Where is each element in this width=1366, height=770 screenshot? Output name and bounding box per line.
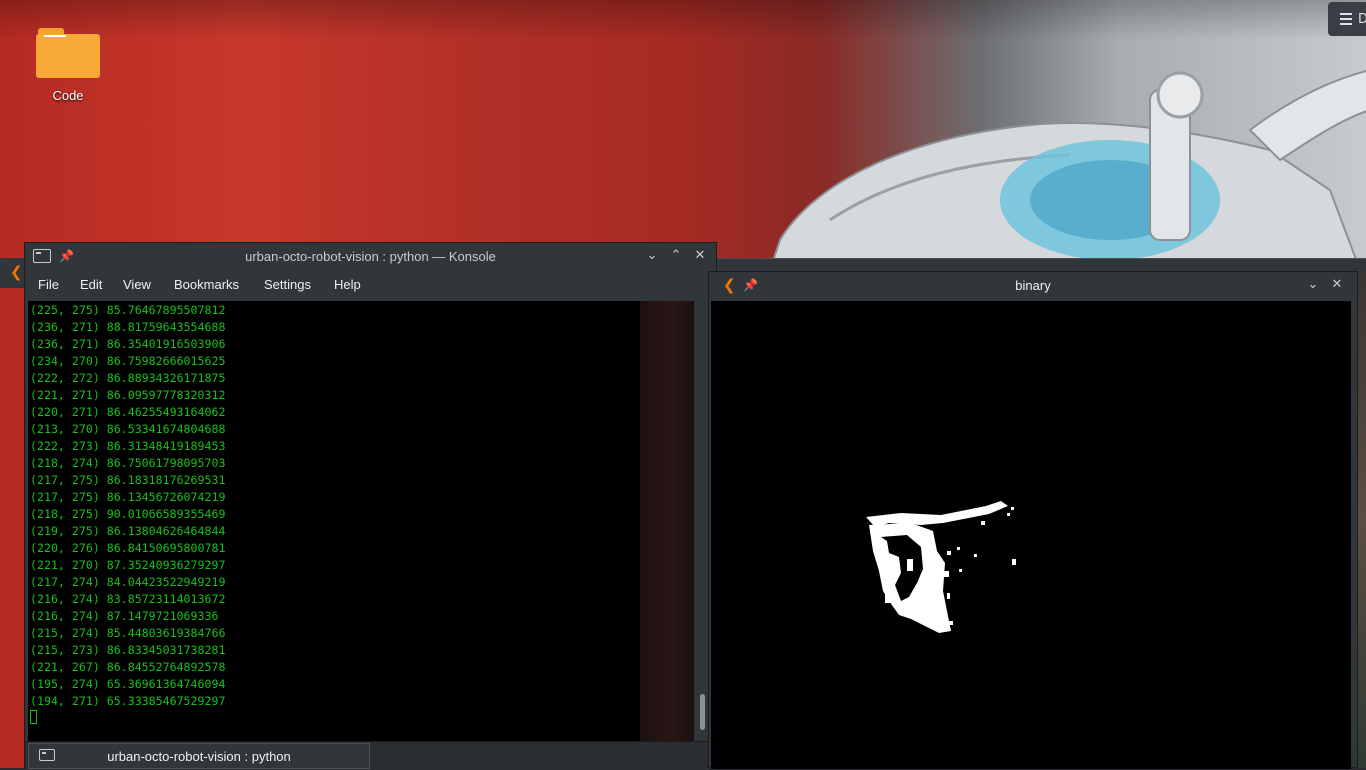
kde-chevron-icon: ❮ — [10, 263, 23, 281]
terminal-line: (220, 271) 86.46255493164062 — [30, 405, 226, 419]
menu-view[interactable]: View — [123, 277, 151, 292]
binary-title: binary — [1015, 278, 1051, 293]
menu-file[interactable]: File — [38, 277, 59, 292]
scrollbar-handle[interactable] — [700, 694, 705, 730]
folder-icon — [36, 26, 100, 78]
menu-edit[interactable]: Edit — [80, 277, 102, 292]
konsole-tabbar: urban-octo-robot-vision : python — [25, 741, 716, 770]
terminal-line: (221, 271) 86.09597778320312 — [30, 388, 226, 402]
close-button[interactable]: ✕ — [691, 247, 709, 265]
tab-label: urban-octo-robot-vision : python — [107, 749, 291, 764]
minimize-button[interactable]: ⌄ — [1304, 276, 1322, 294]
terminal-translucent-strip — [640, 301, 694, 741]
terminal-line: (213, 270) 86.53341674804688 — [30, 422, 226, 436]
text-cursor — [30, 710, 37, 724]
terminal-output[interactable]: (225, 275) 85.76467895507812 (236, 271) 8… — [28, 301, 694, 741]
desktop-icon-label: Code — [52, 88, 84, 103]
menu-settings[interactable]: Settings — [264, 277, 311, 292]
terminal-line: (225, 275) 85.76467895507812 — [30, 303, 226, 317]
desktop-icon-code[interactable]: Code — [30, 26, 106, 103]
terminal-prompt[interactable] — [30, 710, 225, 727]
terminal-line: (218, 275) 90.01066589355469 — [30, 507, 226, 521]
terminal-line: (195, 274) 65.36961364746094 — [30, 677, 226, 691]
menubar: File Edit View Bookmarks Settings Help — [25, 277, 716, 297]
terminal-line: (220, 276) 86.84150695800781 — [30, 541, 226, 555]
tab-session[interactable]: urban-octo-robot-vision : python — [28, 743, 370, 769]
robot-artwork — [770, 70, 1366, 270]
binary-window[interactable]: ❮ 📌 binary ⌄ ✕ — [708, 271, 1358, 769]
konsole-window[interactable]: 📌 urban-octo-robot-vision : python — Kon… — [24, 242, 717, 770]
terminal-line: (219, 275) 86.13804626464844 — [30, 524, 226, 538]
terminal-line: (221, 267) 86.84552764892578 — [30, 660, 226, 674]
terminal-line: (217, 274) 84.04423522949219 — [30, 575, 226, 589]
minimize-button[interactable]: ⌄ — [643, 247, 661, 265]
terminal-line: (217, 275) 86.13456726074219 — [30, 490, 226, 504]
terminal-line: (216, 274) 87.1479721069336 — [30, 609, 219, 623]
konsole-title: urban-octo-robot-vision : python — Konso… — [245, 249, 496, 264]
terminal-line: (215, 273) 86.83345031738281 — [30, 643, 226, 657]
menu-help[interactable]: Help — [334, 277, 361, 292]
terminal-line: (215, 274) 85.44803619384766 — [30, 626, 226, 640]
terminal-line: (236, 271) 88.81759643554688 — [30, 320, 226, 334]
terminal-line: (216, 274) 83.85723114013672 — [30, 592, 226, 606]
terminal-line: (222, 273) 86.31348419189453 — [30, 439, 226, 453]
close-button[interactable]: ✕ — [1328, 276, 1346, 294]
wallpaper-shade — [0, 0, 1366, 40]
terminal-line: (236, 271) 86.35401916503906 — [30, 337, 226, 351]
panel-button-label: D — [1358, 12, 1366, 27]
konsole-titlebar[interactable]: 📌 urban-octo-robot-vision : python — Kon… — [25, 243, 716, 270]
terminal-line: (217, 275) 86.18318176269531 — [30, 473, 226, 487]
hamburger-icon — [1340, 13, 1352, 28]
background-window-edge — [1358, 271, 1366, 768]
menu-bookmarks[interactable]: Bookmarks — [174, 277, 239, 292]
terminal-line: (194, 271) 65.33385467529297 — [30, 694, 226, 708]
binary-image — [711, 301, 1351, 769]
terminal-line: (221, 270) 87.35240936279297 — [30, 558, 226, 572]
terminal-line: (234, 270) 86.75982666015625 — [30, 354, 226, 368]
terminal-lines: (225, 275) 85.76467895507812 (236, 271) 8… — [30, 302, 225, 727]
terminal-line: (222, 272) 86.88934326171875 — [30, 371, 226, 385]
terminal-line: (218, 274) 86.75061798095703 — [30, 456, 226, 470]
maximize-button[interactable]: ⌃ — [667, 247, 685, 265]
panel-menu-button[interactable]: D — [1328, 2, 1366, 36]
